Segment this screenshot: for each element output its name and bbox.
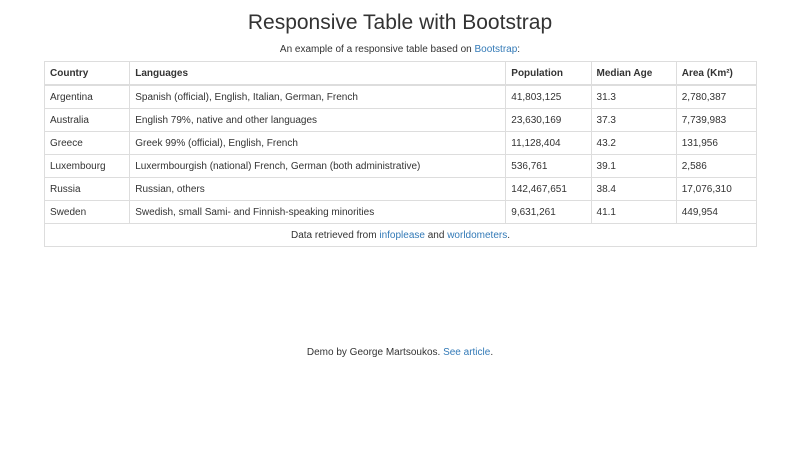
cell-median-age: 39.1 — [590, 154, 677, 178]
table-row: Australia English 79%, native and other … — [43, 108, 758, 132]
cell-languages: Spanish (official), English, Italian, Ge… — [129, 84, 507, 109]
cell-country: Greece — [43, 131, 131, 155]
data-table: Country Languages Population Median Age … — [43, 61, 758, 247]
table-header-row: Country Languages Population Median Age … — [43, 61, 758, 86]
footer-middle: and — [424, 229, 448, 241]
cell-population: 11,128,404 — [505, 131, 592, 155]
cell-median-age: 41.1 — [590, 200, 677, 224]
bootstrap-link[interactable]: Bootstrap — [474, 44, 517, 55]
caption-suffix: : — [517, 44, 521, 55]
cell-population: 9,631,261 — [505, 200, 592, 224]
worldometers-link[interactable]: worldometers — [447, 230, 507, 241]
cell-population: 142,467,651 — [505, 177, 592, 201]
cell-country: Russia — [43, 177, 131, 201]
header-languages: Languages — [129, 61, 507, 86]
cell-languages: Swedish, small Sami- and Finnish-speakin… — [129, 200, 507, 224]
cell-languages: Greek 99% (official), English, French — [129, 131, 507, 155]
cell-median-age: 38.4 — [590, 177, 677, 201]
cell-area: 17,076,310 — [675, 177, 758, 201]
table-caption: An example of a responsive table based o… — [0, 44, 800, 56]
cell-median-age: 31.3 — [590, 84, 677, 109]
cell-area: 2,586 — [675, 154, 758, 178]
cell-area: 7,739,983 — [675, 108, 758, 132]
footer-prefix: Data retrieved from — [290, 229, 380, 241]
cell-languages: Russian, others — [129, 177, 507, 201]
demo-credit: Demo by George Martsoukos. See article. — [0, 347, 800, 359]
see-article-link[interactable]: See article — [443, 347, 490, 358]
table-row: Argentina Spanish (official), English, I… — [43, 84, 758, 109]
header-population: Population — [505, 61, 592, 86]
credit-suffix: . — [490, 347, 494, 358]
cell-population: 23,630,169 — [505, 108, 592, 132]
cell-population: 536,761 — [505, 154, 592, 178]
cell-area: 449,954 — [675, 200, 758, 224]
cell-country: Argentina — [43, 84, 131, 109]
caption-prefix: An example of a responsive table based o… — [279, 44, 475, 55]
cell-population: 41,803,125 — [505, 84, 592, 109]
header-median-age: Median Age — [590, 61, 677, 86]
table-footer: Data retrieved from infoplease and world… — [44, 223, 757, 247]
footer-suffix: . — [507, 229, 511, 241]
cell-languages: English 79%, native and other languages — [129, 108, 507, 132]
cell-median-age: 37.3 — [590, 108, 677, 132]
header-country: Country — [43, 61, 131, 86]
table-row: Sweden Swedish, small Sami- and Finnish-… — [43, 200, 758, 224]
credit-prefix: Demo by George Martsoukos. — [306, 347, 444, 358]
cell-country: Australia — [43, 108, 131, 132]
cell-area: 2,780,387 — [675, 84, 758, 109]
header-area: Area (Km²) — [675, 61, 758, 86]
cell-median-age: 43.2 — [590, 131, 677, 155]
table-row: Luxembourg Luxermbourgish (national) Fre… — [43, 154, 758, 178]
cell-country: Sweden — [43, 200, 131, 224]
cell-languages: Luxermbourgish (national) French, German… — [129, 154, 507, 178]
cell-area: 131,956 — [675, 131, 758, 155]
table-row: Greece Greek 99% (official), English, Fr… — [43, 131, 758, 155]
table-footer-row: Data retrieved from infoplease and world… — [44, 223, 757, 247]
infoplease-link[interactable]: infoplease — [379, 230, 425, 241]
page-title: Responsive Table with Bootstrap — [247, 11, 553, 34]
table-row: Russia Russian, others 142,467,651 38.4 … — [43, 177, 758, 201]
cell-country: Luxembourg — [43, 154, 131, 178]
